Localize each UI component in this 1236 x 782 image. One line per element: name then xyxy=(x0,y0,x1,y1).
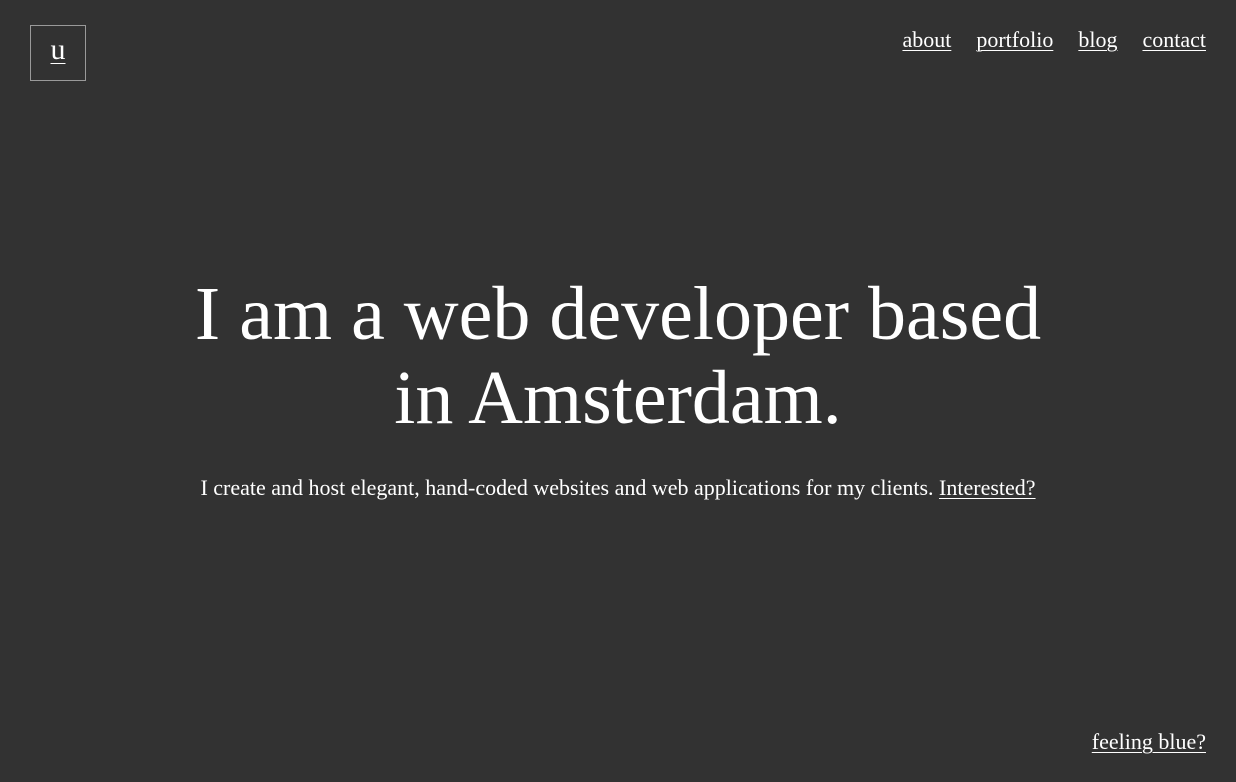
logo-letter: u xyxy=(50,33,66,66)
nav-link-about[interactable]: about xyxy=(902,26,951,54)
hero-tagline-text: I create and host elegant, hand-coded we… xyxy=(200,475,934,500)
logo-home-link[interactable]: u xyxy=(30,25,86,81)
nav-link-portfolio[interactable]: portfolio xyxy=(976,26,1053,54)
hero-heading-line1: I am a web developer based xyxy=(194,272,1042,356)
hero-heading-line2: in Amsterdam. xyxy=(394,356,842,440)
main-nav: about portfolio blog contact xyxy=(902,26,1206,54)
nav-link-contact[interactable]: contact xyxy=(1142,26,1206,54)
hero-heading: I am a web developer based in Amsterdam. xyxy=(138,272,1098,440)
hero-tagline: I create and host elegant, hand-coded we… xyxy=(0,474,1236,502)
feeling-blue-link[interactable]: feeling blue? xyxy=(1092,728,1206,756)
hero-section: I am a web developer based in Amsterdam.… xyxy=(0,272,1236,502)
interested-link[interactable]: Interested? xyxy=(939,475,1036,500)
nav-link-blog[interactable]: blog xyxy=(1078,26,1117,54)
